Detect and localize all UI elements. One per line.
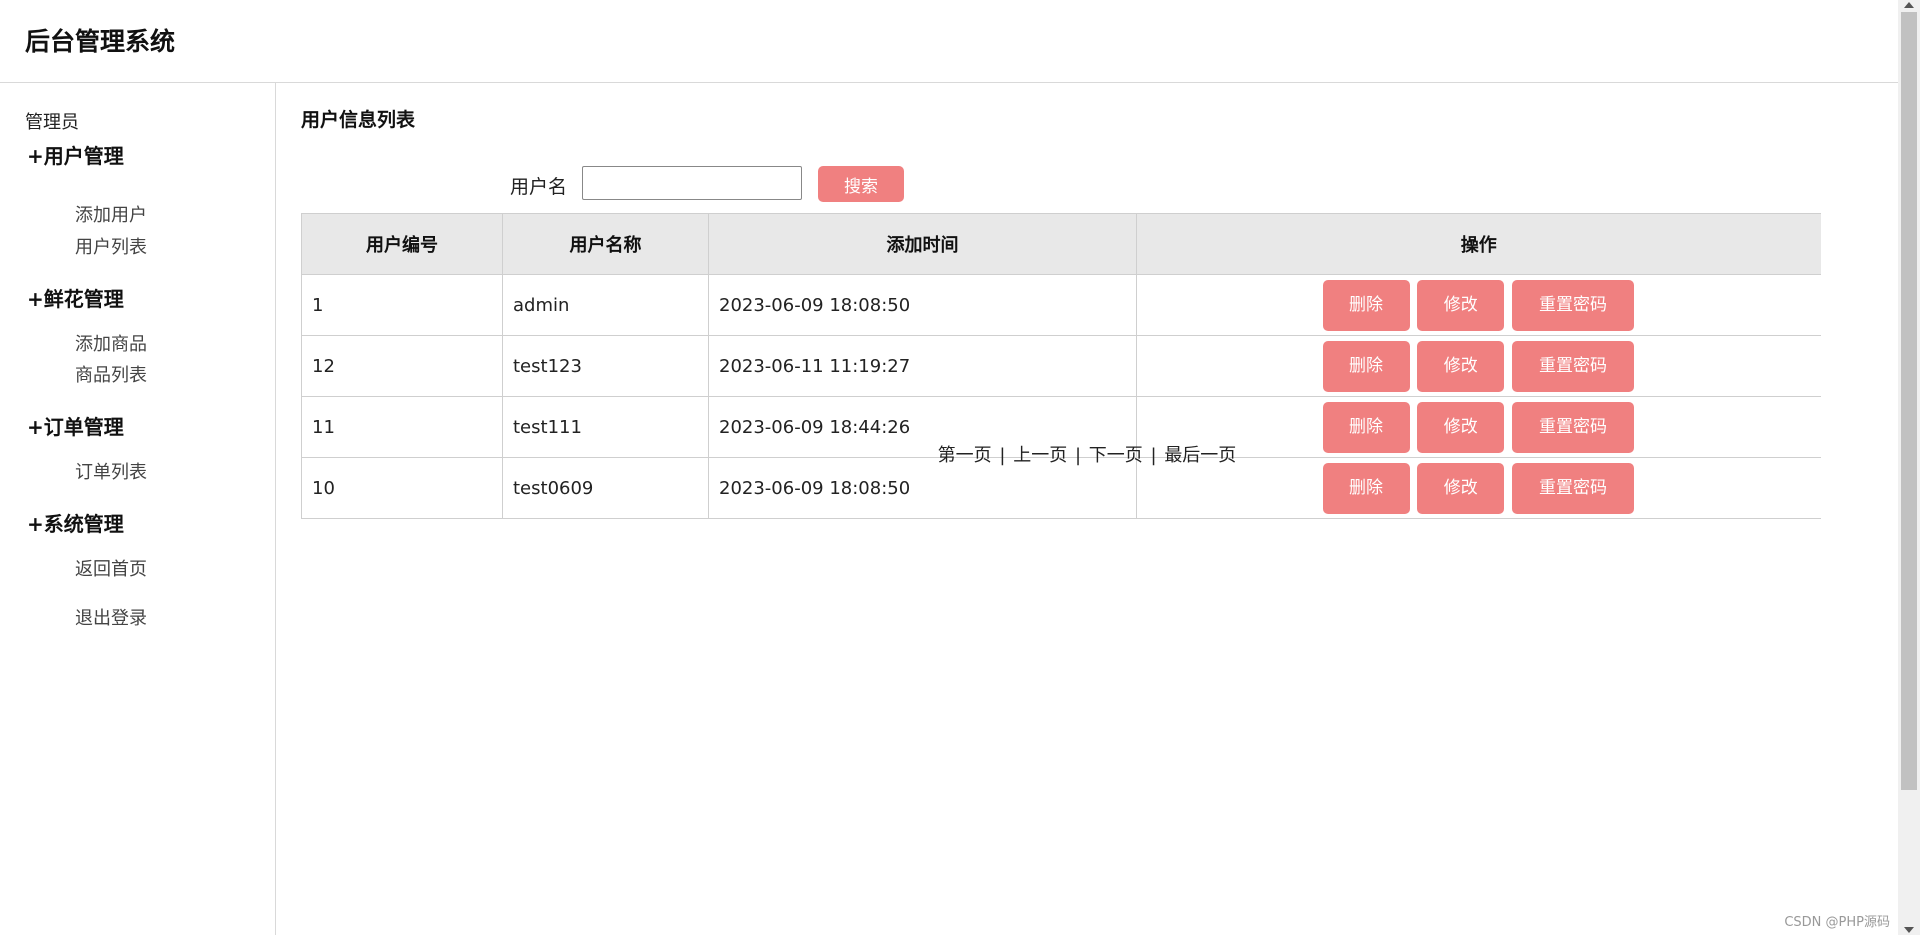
delete-button[interactable]: 删除 — [1322, 462, 1410, 514]
table-row: 1 admin 2023-06-09 18:08:50 删除 修改 重置密码 — [301, 274, 1821, 336]
user-table-container: 用户编号 用户名称 添加时间 操作 1 admin 2023-06-09 18:… — [301, 213, 1821, 519]
sidebar-item-product-list[interactable]: 商品列表 — [75, 361, 147, 387]
sidebar-item-user-list[interactable]: 用户列表 — [75, 233, 147, 259]
sidebar-group-user-management[interactable]: +用户管理 — [27, 140, 124, 169]
sidebar-group-system-management[interactable]: +系统管理 — [27, 508, 124, 537]
sidebar-item-back-home[interactable]: 返回首页 — [75, 555, 147, 581]
cell-added-time: 2023-06-11 11:19:27 — [708, 335, 1137, 397]
pagination: 第一页 | 上一页 | 下一页 | 最后一页 — [276, 441, 1898, 467]
sidebar-item-add-product[interactable]: 添加商品 — [75, 330, 147, 356]
reset-password-button[interactable]: 重置密码 — [1511, 462, 1634, 514]
sidebar: 管理员 +用户管理 添加用户 用户列表 +鲜花管理 添加商品 商品列表 +订单管… — [0, 83, 276, 935]
reset-password-button[interactable]: 重置密码 — [1511, 340, 1634, 392]
sidebar-item-order-list[interactable]: 订单列表 — [75, 458, 147, 484]
pager-separator: | — [1150, 445, 1157, 466]
sidebar-item-add-user[interactable]: 添加用户 — [75, 201, 147, 227]
header: 后台管理系统 — [0, 0, 1898, 83]
cell-user-id: 12 — [301, 335, 503, 397]
delete-button[interactable]: 删除 — [1322, 340, 1410, 392]
page-title: 用户信息列表 — [301, 109, 416, 131]
reset-password-button[interactable]: 重置密码 — [1511, 279, 1634, 331]
prev-page-link[interactable]: 上一页 — [1013, 445, 1067, 466]
scroll-up-arrow-icon[interactable] — [1904, 2, 1914, 8]
column-header-actions: 操作 — [1136, 213, 1821, 275]
cell-added-time: 2023-06-09 18:08:50 — [708, 274, 1137, 336]
table-header-row: 用户编号 用户名称 添加时间 操作 — [301, 213, 1821, 275]
cell-user-name: admin — [502, 274, 709, 336]
cell-user-id: 1 — [301, 274, 503, 336]
vertical-scrollbar[interactable] — [1898, 0, 1920, 935]
first-page-link[interactable]: 第一页 — [938, 445, 992, 466]
search-input[interactable] — [582, 166, 802, 200]
cell-user-name: test123 — [502, 335, 709, 397]
sidebar-group-flower-management[interactable]: +鲜花管理 — [27, 283, 124, 312]
delete-button[interactable]: 删除 — [1322, 279, 1410, 331]
edit-button[interactable]: 修改 — [1417, 462, 1505, 514]
app-title: 后台管理系统 — [25, 27, 176, 56]
table-row: 12 test123 2023-06-11 11:19:27 删除 修改 重置密… — [301, 335, 1821, 397]
search-label: 用户名 — [510, 176, 568, 198]
last-page-link[interactable]: 最后一页 — [1164, 445, 1236, 466]
pager-separator: | — [1074, 445, 1082, 466]
user-role-label: 管理员 — [25, 112, 79, 133]
pager-separator: | — [999, 445, 1006, 466]
sidebar-group-order-management[interactable]: +订单管理 — [27, 411, 124, 440]
cell-actions: 删除 修改 重置密码 — [1136, 335, 1821, 397]
column-header-id: 用户编号 — [301, 213, 503, 275]
search-button[interactable]: 搜索 — [818, 166, 904, 202]
edit-button[interactable]: 修改 — [1417, 279, 1505, 331]
edit-button[interactable]: 修改 — [1417, 340, 1505, 392]
main-content: 用户信息列表 用户名 搜索 用户编号 用户名称 添加时间 操作 1 admin … — [276, 83, 1898, 935]
user-table: 用户编号 用户名称 添加时间 操作 1 admin 2023-06-09 18:… — [301, 213, 1821, 519]
column-header-time: 添加时间 — [708, 213, 1137, 275]
scrollbar-thumb[interactable] — [1901, 12, 1917, 790]
cell-actions: 删除 修改 重置密码 — [1136, 274, 1821, 336]
watermark: CSDN @PHP源码 — [1784, 915, 1890, 930]
sidebar-item-logout[interactable]: 退出登录 — [75, 604, 147, 630]
column-header-name: 用户名称 — [502, 213, 709, 275]
next-page-link[interactable]: 下一页 — [1089, 445, 1143, 466]
app-window: 后台管理系统 管理员 +用户管理 添加用户 用户列表 +鲜花管理 添加商品 商品… — [0, 0, 1920, 935]
scroll-down-arrow-icon[interactable] — [1904, 927, 1914, 933]
